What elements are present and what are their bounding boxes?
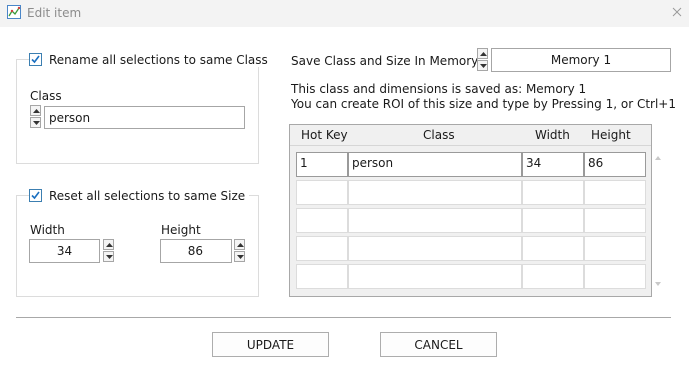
table-scrollbar[interactable] (653, 152, 663, 290)
table-header: Hot Key Class Width Height (290, 125, 651, 146)
window-title: Edit item (27, 6, 82, 20)
table-cell-class[interactable] (348, 180, 522, 205)
table-cell-hotkey[interactable] (296, 208, 348, 233)
column-header-height[interactable]: Height (591, 128, 631, 142)
class-spinner (30, 105, 41, 128)
width-up-button[interactable] (103, 239, 114, 250)
table-cell-width[interactable] (522, 180, 584, 205)
class-down-button[interactable] (30, 117, 41, 128)
title-bar: Edit item (0, 0, 689, 27)
table-cell-height[interactable] (584, 264, 646, 289)
table-cell-height[interactable] (584, 236, 646, 261)
class-up-button[interactable] (30, 105, 41, 116)
table-cell-width[interactable] (522, 264, 584, 289)
table-cell-hotkey[interactable] (296, 180, 348, 205)
width-down-button[interactable] (103, 251, 114, 262)
table-cell-width[interactable] (522, 236, 584, 261)
table-cell-hotkey[interactable]: 1 (296, 152, 348, 177)
reset-size-checkbox[interactable] (29, 189, 42, 202)
height-down-button[interactable] (234, 251, 245, 262)
update-button[interactable]: UPDATE (212, 332, 329, 357)
memory-table: Hot Key Class Width Height 1 person 34 8… (289, 124, 652, 297)
table-cell-class[interactable] (348, 208, 522, 233)
table-cell-height[interactable]: 86 (584, 152, 646, 177)
table-cell-height[interactable] (584, 180, 646, 205)
size-group-header: Reset all selections to same Size (29, 188, 250, 203)
table-cell-height[interactable] (584, 208, 646, 233)
width-input[interactable]: 34 (29, 239, 100, 263)
class-input[interactable]: person (44, 106, 245, 129)
memory-input-value: Memory 1 (550, 53, 612, 67)
memory-spinner (477, 48, 488, 71)
cancel-button[interactable]: CANCEL (380, 332, 497, 357)
height-label: Height (161, 223, 201, 237)
height-input-value: 86 (187, 244, 203, 258)
width-input-value: 34 (56, 244, 73, 258)
rename-group-header: Rename all selections to same Class (29, 52, 272, 67)
height-up-button[interactable] (234, 239, 245, 250)
memory-up-button[interactable] (477, 48, 488, 59)
rename-checkbox[interactable] (29, 53, 42, 66)
table-cell-width[interactable] (522, 208, 584, 233)
class-input-value: person (49, 110, 91, 125)
table-cell-class[interactable]: person (348, 152, 522, 177)
width-spinner (103, 239, 114, 262)
class-label: Class (30, 89, 62, 103)
close-icon[interactable] (670, 5, 684, 19)
memory-input[interactable]: Memory 1 (491, 48, 671, 72)
memory-info-line-2: You can create ROI of this size and type… (291, 97, 676, 111)
memory-down-button[interactable] (477, 60, 488, 71)
table-cell-class[interactable] (348, 236, 522, 261)
width-label: Width (30, 223, 65, 237)
scroll-down-arrow-icon[interactable] (653, 278, 663, 288)
reset-size-checkbox-label[interactable]: Reset all selections to same Size (49, 189, 245, 203)
scroll-up-arrow-icon[interactable] (653, 152, 663, 162)
table-cell-width[interactable]: 34 (522, 152, 584, 177)
table-cell-hotkey[interactable] (296, 264, 348, 289)
table-cell-class[interactable] (348, 264, 522, 289)
graph-app-icon (7, 5, 21, 19)
rename-checkbox-label[interactable]: Rename all selections to same Class (49, 53, 268, 67)
table-cell-hotkey[interactable] (296, 236, 348, 261)
column-header-width[interactable]: Width (535, 128, 570, 142)
height-input[interactable]: 86 (160, 239, 232, 263)
column-header-hotkey[interactable]: Hot Key (301, 128, 348, 142)
column-header-class[interactable]: Class (423, 128, 455, 142)
height-spinner (234, 239, 245, 262)
footer-divider (16, 317, 671, 318)
memory-info-line-1: This class and dimensions is saved as: M… (291, 82, 587, 96)
memory-label: Save Class and Size In Memory (291, 54, 479, 68)
